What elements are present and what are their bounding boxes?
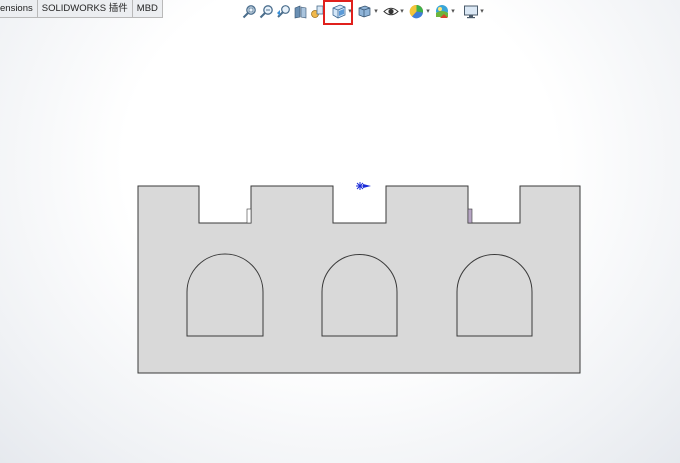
display-style-button[interactable] [356,2,373,20]
tab-mbd[interactable]: MBD [132,0,163,18]
zoom-to-fit-button[interactable] [241,2,258,20]
highlight-box [323,0,353,25]
edit-appearance-icon [409,4,423,18]
section-view-button[interactable] [292,2,309,20]
apply-scene-icon [435,4,448,18]
notch-side-face-left [246,208,252,224]
display-style-icon [358,5,371,17]
arch-window-middle [321,254,398,337]
previous-view-icon [277,4,290,18]
heads-up-view-toolbar: ▾ ▾ ▾ ▾ ▾ ▾ [241,1,485,21]
hide-show-dropdown-icon[interactable]: ▾ [399,2,405,20]
section-view-icon [294,5,307,18]
arch-window-left [186,253,264,337]
zoom-to-fit-icon [242,4,256,18]
edit-appearance-dropdown-icon[interactable]: ▾ [425,2,431,20]
tab-solidworks-addins[interactable]: SOLIDWORKS 插件 [37,0,133,18]
view-settings-icon [463,5,478,18]
part-body[interactable] [137,185,581,374]
display-style-dropdown-icon[interactable]: ▾ [373,2,379,20]
command-manager-tabs: ensions SOLIDWORKS 插件 MBD [0,0,163,18]
apply-scene-button[interactable] [433,2,450,20]
previous-view-button[interactable] [275,2,292,20]
graphics-area[interactable] [0,0,680,463]
zoom-to-area-button[interactable] [258,2,275,20]
hide-show-items-icon [382,7,399,15]
zoom-to-area-icon [259,4,273,18]
notch-side-face-right [467,208,473,224]
origin-triad-icon [356,182,371,190]
part-outline [137,185,581,374]
apply-scene-dropdown-icon[interactable]: ▾ [450,2,456,20]
tab-dimensions[interactable]: ensions [0,0,38,18]
view-settings-button[interactable] [462,2,479,20]
hide-show-items-button[interactable] [382,2,399,20]
edit-appearance-button[interactable] [408,2,425,20]
arch-window-right [456,254,533,337]
view-settings-dropdown-icon[interactable]: ▾ [479,2,485,20]
